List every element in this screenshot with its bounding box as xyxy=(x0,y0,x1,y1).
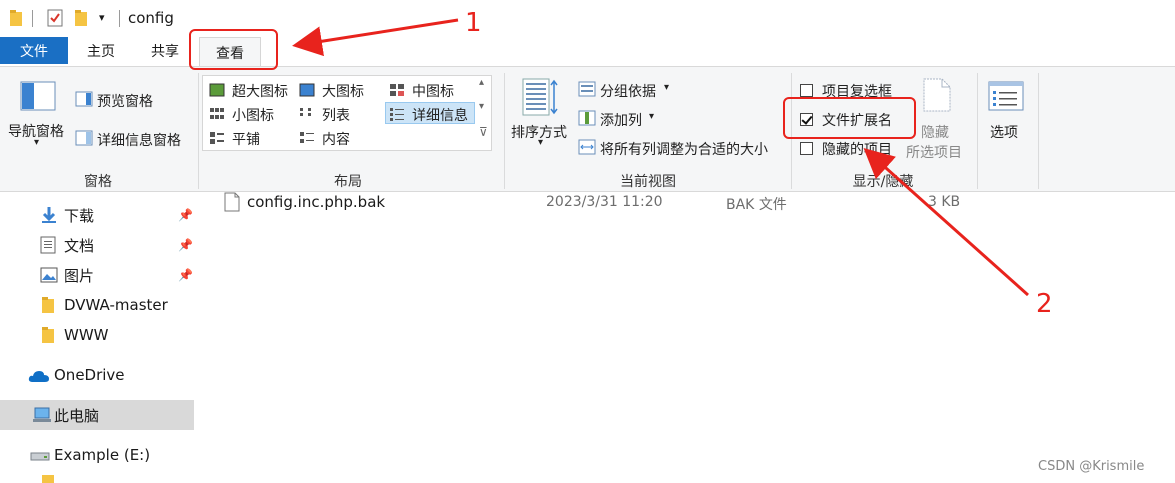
annotation-arrow-1 xyxy=(292,18,459,57)
annotation-number-1: 1 xyxy=(465,8,482,38)
annotation-number-2: 2 xyxy=(1036,289,1053,319)
watermark: CSDN @Krismile xyxy=(1038,459,1145,474)
annotation-arrow-2 xyxy=(863,148,1029,297)
annotation-arrows xyxy=(292,18,1029,297)
